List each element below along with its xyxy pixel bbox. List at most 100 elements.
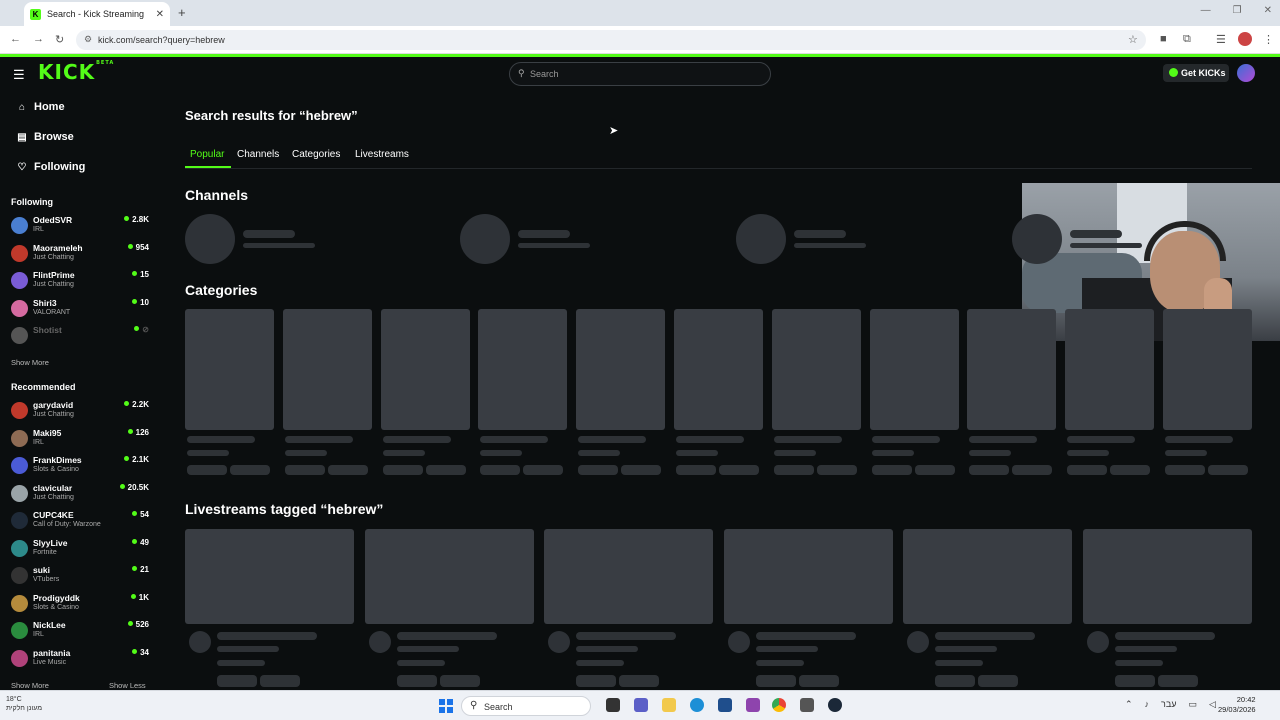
store-icon[interactable] — [718, 698, 732, 712]
forward-icon[interactable]: → — [33, 33, 44, 45]
volume-icon[interactable]: ◁ — [1209, 699, 1216, 710]
mic-icon[interactable]: ♪ — [1145, 699, 1150, 710]
category-skeleton-line — [480, 450, 523, 456]
search-input[interactable]: ⚲ Search — [509, 62, 771, 86]
category-skeleton-card — [185, 309, 274, 430]
network-icon[interactable]: ▭ — [1188, 699, 1197, 710]
show-more-button[interactable]: Show More — [11, 681, 49, 690]
teams-icon[interactable] — [634, 698, 648, 712]
channel-name: Prodigyddk — [33, 592, 80, 603]
livestream-skeleton-line — [576, 632, 677, 640]
tray-chevron-icon[interactable]: ⌃ — [1125, 699, 1133, 710]
bookmark-star-icon[interactable]: ☆ — [1128, 33, 1138, 46]
user-avatar[interactable] — [1237, 64, 1255, 82]
viewer-count: 126 — [128, 428, 149, 437]
system-tray: ⌃ ♪ עבר ▭ ◁ — [1125, 699, 1216, 710]
chrome-icon[interactable] — [772, 698, 786, 712]
site-info-icon[interactable]: ⚙ — [84, 34, 92, 45]
weather-widget[interactable]: 18°C מעונן חלקית — [6, 695, 42, 713]
back-icon[interactable]: ← — [10, 33, 21, 45]
close-window-icon[interactable]: ✕ — [1264, 5, 1272, 16]
channel-avatar — [11, 217, 28, 234]
mouse-cursor-icon: ➤ — [609, 125, 619, 137]
channel-name: Shotist — [33, 325, 62, 335]
file-explorer-icon[interactable] — [662, 698, 676, 712]
nav-browse[interactable]: ▤ Browse — [14, 131, 73, 143]
tab-popular[interactable]: Popular — [190, 149, 224, 160]
sidebar-channel[interactable]: FrankDimes Slots & Casino 2.1K — [11, 455, 151, 481]
nav-following-label: Following — [34, 161, 86, 173]
tab-livestreams[interactable]: Livestreams — [355, 149, 409, 160]
channel-category: Slots & Casino — [33, 466, 79, 473]
sidebar-channel[interactable]: CUPC4KE Call of Duty: Warzone 54 — [11, 510, 151, 536]
livestream-skeleton-line — [935, 632, 1036, 640]
channel-name: Shiri3 — [33, 297, 57, 308]
channel-avatar — [11, 327, 28, 344]
minimize-icon[interactable]: — — [1201, 5, 1211, 16]
new-tab-button[interactable]: + — [178, 5, 186, 20]
sidebar-channel[interactable]: suki VTubers 21 — [11, 565, 151, 591]
tab-channels[interactable]: Channels — [237, 149, 279, 160]
hamburger-menu-icon[interactable]: ☰ — [13, 67, 25, 83]
profile-avatar-icon[interactable] — [1238, 32, 1252, 46]
app-icon[interactable] — [746, 698, 760, 712]
channel-category: IRL — [33, 226, 44, 233]
taskbar-search[interactable]: ⚲ Search — [461, 696, 591, 716]
beta-badge: BETA — [96, 60, 115, 66]
show-less-button[interactable]: Show Less — [109, 681, 146, 690]
url-text: kick.com/search?query=hebrew — [98, 35, 225, 45]
maximize-icon[interactable]: ❐ — [1233, 5, 1242, 16]
sidebar-channel[interactable]: Maorameleh Just Chatting 954 — [11, 243, 151, 269]
category-skeleton-line — [676, 436, 744, 443]
get-kicks-button[interactable]: Get KICKs — [1163, 64, 1229, 82]
sidebar-channel[interactable]: FlintPrime Just Chatting 15 — [11, 270, 151, 296]
clock[interactable]: 20:42 29/03/2026 — [1218, 695, 1256, 715]
sidebar-channel[interactable]: NickLee IRL 526 — [11, 620, 151, 646]
viewer-count: 21 — [132, 565, 149, 574]
browser-tab[interactable]: K Search - Kick Streaming ✕ — [24, 2, 170, 26]
edge-icon[interactable] — [690, 698, 704, 712]
taskbar-search-icon: ⚲ — [470, 700, 478, 711]
steam-icon[interactable] — [828, 698, 842, 712]
livestream-skeleton-tag — [260, 675, 300, 687]
channel-avatar — [11, 244, 28, 262]
viewer-count: 526 — [128, 620, 149, 629]
lang-indicator[interactable]: עבר — [1161, 699, 1176, 710]
kick-logo[interactable]: KICKBETA — [38, 60, 114, 84]
category-skeleton-tag — [719, 465, 759, 475]
reload-icon[interactable]: ↻ — [55, 33, 64, 46]
puzzle-icon[interactable]: ⧉ — [1183, 33, 1191, 46]
extension-icon[interactable]: ■ — [1160, 33, 1167, 45]
sidebar-channel[interactable]: clavicular Just Chatting 20.5K — [11, 483, 151, 509]
close-tab-icon[interactable]: ✕ — [156, 9, 164, 20]
category-skeleton-line — [969, 450, 1012, 456]
following-show-more-button[interactable]: Show More — [11, 358, 49, 367]
sidebar-channel[interactable]: OdedSVR IRL 2.8K — [11, 215, 151, 241]
clock-time: 20:42 — [1236, 695, 1256, 704]
sidebar-channel[interactable]: Prodigyddk Slots & Casino 1K — [11, 593, 151, 619]
sidebar-channel[interactable]: garydavid Just Chatting 2.2K — [11, 400, 151, 426]
windows-start-icon[interactable] — [439, 699, 453, 713]
url-field[interactable]: ⚙ kick.com/search?query=hebrew — [76, 30, 1146, 50]
sidebar-channel[interactable]: SlyyLive Fortnite 49 — [11, 538, 151, 564]
sidebar-channel[interactable]: Maki95 IRL 126 — [11, 428, 151, 454]
viewer-count: 34 — [132, 648, 149, 657]
app2-icon[interactable] — [800, 698, 814, 712]
livestream-skeleton-card — [364, 529, 534, 624]
nav-home[interactable]: ⌂ Home — [14, 101, 65, 113]
sidebar-channel[interactable]: Shiri3 VALORANT 10 — [11, 298, 151, 324]
kick-favicon-icon: K — [30, 8, 41, 20]
sidebar-channel[interactable]: panitania Live Music 34 — [11, 648, 151, 674]
channel-name: NickLee — [33, 620, 66, 630]
media-icon[interactable]: ☰ — [1216, 33, 1226, 46]
livestream-skeleton-line — [396, 646, 459, 652]
menu-dots-icon[interactable]: ⋮ — [1263, 33, 1274, 46]
site-header: ☰ KICKBETA ⚲ Search Get KICKs — [0, 57, 1280, 90]
livestream-skeleton-tag — [935, 675, 976, 687]
nav-following[interactable]: ♡ Following — [14, 161, 86, 173]
channel-skeleton-line — [518, 243, 590, 248]
tab-categories[interactable]: Categories — [292, 149, 340, 160]
sidebar-channel[interactable]: Shotist ⊘ — [11, 325, 151, 351]
task-view-icon[interactable] — [606, 698, 620, 712]
category-skeleton-tag — [621, 465, 662, 475]
